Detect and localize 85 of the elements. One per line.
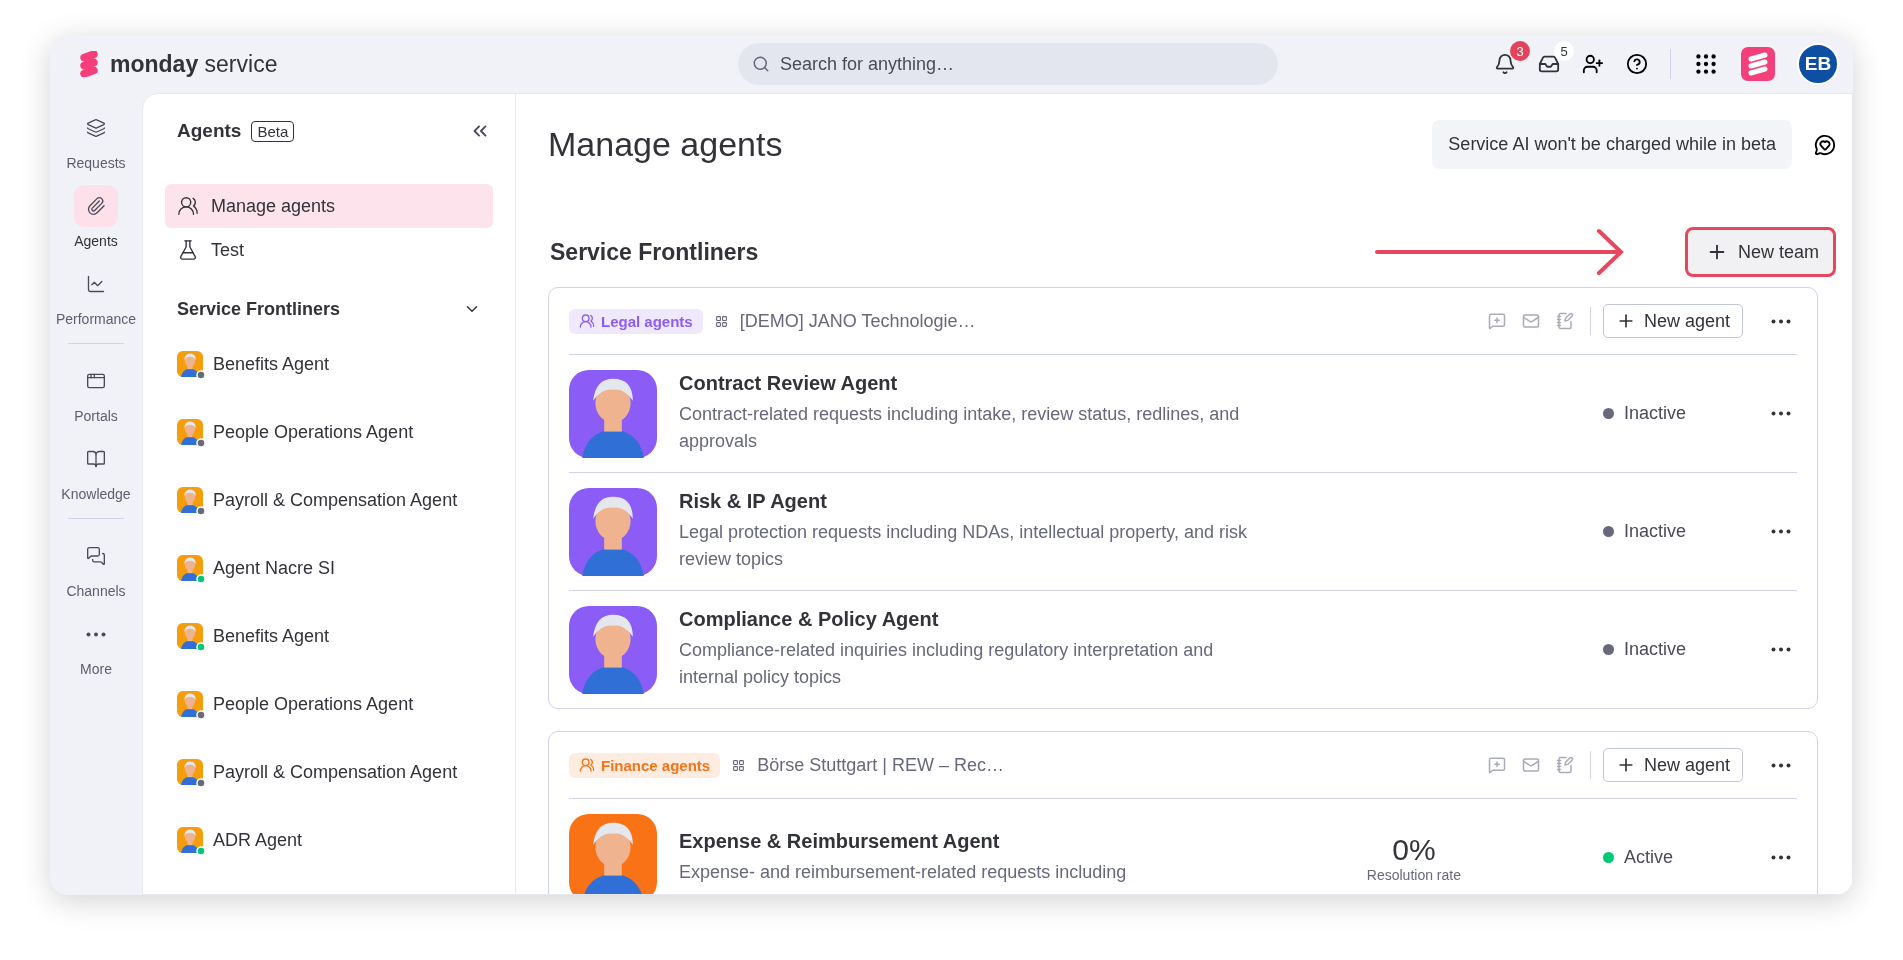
flask-icon <box>177 239 199 261</box>
agents-icon <box>86 196 106 216</box>
sidebar-agent-item[interactable]: Benefits Agent <box>165 602 493 670</box>
more-icon <box>86 631 106 637</box>
sidebar-nav-item[interactable]: Manage agents <box>165 184 493 228</box>
agent-name: Contract Review Agent <box>679 372 899 395</box>
inbox-count: 5 <box>1554 41 1574 61</box>
workspace-name[interactable]: [DEMO] JANO Technologie… <box>739 310 976 332</box>
section-toggle[interactable]: Service Frontliners <box>165 294 493 324</box>
status-label: Inactive <box>1624 403 1687 424</box>
sidebar-agent-item[interactable]: Benefits Agent <box>165 330 493 398</box>
logo-icon <box>78 51 100 77</box>
help-icon[interactable] <box>1626 53 1648 75</box>
agent-avatar <box>177 555 203 581</box>
book-icon <box>86 449 106 469</box>
search-input[interactable]: Search for anything… <box>778 52 1264 76</box>
agent-avatar <box>177 623 203 649</box>
feedback-icon[interactable] <box>1814 133 1836 156</box>
beta-tag: Beta <box>251 120 295 142</box>
agent-name: Expense & Reimbursement Agent <box>679 829 1001 853</box>
user-avatar[interactable]: EB <box>1797 43 1839 85</box>
status-label: Inactive <box>1624 639 1687 660</box>
sidebar-agent-item[interactable]: People Operations Agent <box>165 398 493 466</box>
sidebar-agent-item[interactable]: Payroll & Compensation Agent <box>165 738 493 806</box>
stat-label: Resolution rate <box>1366 866 1461 883</box>
sidebar-nav-item[interactable]: Test <box>165 228 493 272</box>
section-title: Service Frontliners <box>550 238 759 266</box>
more-icon <box>1771 318 1791 324</box>
rail-nav-item[interactable]: Channels <box>51 531 141 603</box>
stacked-layers-icon <box>86 118 106 138</box>
brand-name: monday service <box>110 50 278 78</box>
agent-name: Compliance & Policy Agent <box>679 608 940 631</box>
sidebar-agent-item[interactable]: ADR Agent <box>165 806 493 874</box>
agent-name: Risk & IP Agent <box>679 490 828 513</box>
product-logo-icon <box>1741 47 1775 81</box>
team-tag[interactable]: Legal agents <box>569 308 703 334</box>
more-icon <box>1771 855 1791 860</box>
agent-avatar <box>177 351 203 377</box>
users-icon <box>177 195 199 217</box>
status-label: Active <box>1624 847 1674 868</box>
sidebar-agent-item[interactable]: People Operations Agent <box>165 670 493 738</box>
agent-description: Legal protection requests including NDAs, intellectual property, and risk review topics <box>679 521 1248 571</box>
rail-nav-item[interactable]: More <box>51 609 141 681</box>
agent-avatar <box>177 419 203 445</box>
agent-description: Expense- and reimbursement-related requests including <box>679 860 1127 884</box>
beta-notice: Service AI won't be charged while in beta <box>1432 120 1792 169</box>
sidebar-agent-item[interactable]: Agent Nacre SI <box>165 534 493 602</box>
search-icon <box>752 55 770 73</box>
users-icon <box>579 313 595 329</box>
agent-description: Contract-related requests including intake, review status, redlines, and approvals <box>679 403 1241 453</box>
rail-nav-item[interactable]: Performance <box>51 259 141 331</box>
browser-window-icon <box>86 371 106 391</box>
more-icon <box>1771 647 1791 652</box>
new-team-button[interactable]: New team <box>1684 227 1836 277</box>
rail-nav-item[interactable]: Requests <box>51 103 141 175</box>
new-agent-button[interactable]: New agent <box>1602 748 1743 782</box>
panel-title: Agents <box>177 120 242 142</box>
apps-grid-icon[interactable] <box>1693 51 1719 77</box>
invite-user-icon[interactable] <box>1582 53 1604 75</box>
workspace-icon <box>732 758 746 772</box>
agent-avatar <box>177 487 203 513</box>
notification-count: 3 <box>1510 41 1530 61</box>
workspace-name[interactable]: Börse Stuttgart | REW – Rec… <box>757 754 1004 776</box>
more-icon <box>1771 529 1791 534</box>
agent-description: Compliance-related inquiries including regulatory interpretation and internal policy topics <box>679 639 1215 689</box>
line-chart-icon <box>86 274 106 294</box>
agent-avatar <box>177 827 203 853</box>
more-icon <box>1771 411 1791 416</box>
search-field[interactable]: Search for anything… <box>738 43 1278 85</box>
inbox-icon[interactable] <box>1538 53 1560 75</box>
more-icon <box>1771 762 1791 768</box>
stat-value: 0% <box>1392 832 1436 867</box>
rail-nav-item[interactable]: Agents <box>51 181 141 253</box>
chat-bubbles-icon <box>86 546 106 566</box>
page-title: Manage agents <box>548 125 783 164</box>
status-label: Inactive <box>1624 521 1687 542</box>
new-agent-button[interactable]: New agent <box>1602 304 1743 338</box>
users-icon <box>579 757 595 773</box>
agent-avatar <box>177 691 203 717</box>
rail-nav-item[interactable]: Portals <box>51 356 141 428</box>
agent-avatar <box>177 759 203 785</box>
rail-nav-item[interactable]: Knowledge <box>51 434 141 506</box>
workspace-icon <box>714 314 728 328</box>
bell-icon[interactable] <box>1494 53 1516 75</box>
sidebar-agent-item[interactable]: Payroll & Compensation Agent <box>165 466 493 534</box>
